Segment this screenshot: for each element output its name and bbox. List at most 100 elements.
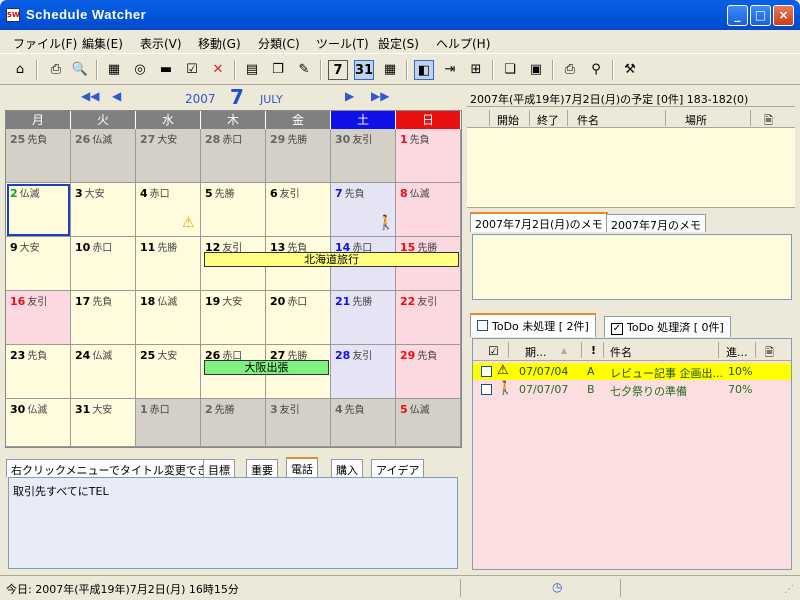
tab-todo-pending[interactable]: ToDo 未処理 [ 2件] [470, 313, 596, 337]
calendar-day-cell[interactable]: 27 大安 [136, 129, 201, 183]
tab-important[interactable]: 重要 [246, 459, 278, 477]
calendar-day-cell[interactable]: 5 仏滅 [396, 399, 461, 447]
calendar-day-cell[interactable]: 26 仏滅 [71, 129, 136, 183]
copy-icon[interactable]: ❐ [268, 60, 288, 80]
tab-memo-title[interactable]: 右クリックメニューでタイトル変更できます [6, 459, 235, 477]
next-month-icon[interactable]: ▶ [345, 89, 354, 103]
delete-icon[interactable]: ✕ [208, 60, 228, 80]
calendar-day-cell[interactable]: 4 先負 [331, 399, 396, 447]
search-icon[interactable]: ⚲ [586, 60, 606, 80]
calendar-day-cell[interactable]: 20 赤口 [266, 291, 331, 345]
schedule-list[interactable] [467, 128, 795, 208]
calendar-day-cell[interactable]: 11 先勝 [136, 237, 201, 291]
maximize-button[interactable]: □ [750, 5, 771, 26]
col-title[interactable]: 件名 [610, 344, 632, 360]
calendar-day-cell[interactable]: 5 先勝 [201, 183, 266, 237]
tab-month-memo[interactable]: 2007年7月のメモ [606, 214, 706, 232]
calendar-day-cell[interactable]: 25 大安 [136, 345, 201, 399]
calendar-day-cell[interactable]: 22 友引 [396, 291, 461, 345]
month-view-icon[interactable]: 31 [354, 60, 374, 80]
note-icon[interactable]: ▬ [156, 60, 176, 80]
select-all-checkbox-icon[interactable]: ☑ [488, 344, 499, 358]
calendar-day-cell[interactable]: 1 先負 [396, 129, 461, 183]
menu-go[interactable]: 移動(G) [198, 35, 241, 52]
calendar-day-cell[interactable]: 29 先負 [396, 345, 461, 399]
week-view-icon[interactable]: 7 [328, 60, 348, 80]
col-end[interactable]: 終了 [537, 112, 559, 128]
calendar-day-cell[interactable]: 31 大安 [71, 399, 136, 447]
day-memo-area[interactable] [472, 234, 792, 300]
calendar-day-cell[interactable]: 2 仏滅 [6, 183, 71, 237]
refresh-icon[interactable]: ◎ [130, 60, 150, 80]
calendar-day-cell[interactable]: 8 仏滅 [396, 183, 461, 237]
col-due[interactable]: 期... [525, 344, 547, 360]
calendar-day-cell[interactable]: 3 大安 [71, 183, 136, 237]
col-progress[interactable]: 進... [726, 344, 748, 360]
calendar-day-cell[interactable]: 28 赤口 [201, 129, 266, 183]
menu-help[interactable]: ヘルプ(H) [436, 35, 490, 52]
print-icon[interactable]: ⎙ [46, 60, 66, 80]
todo-row[interactable]: 🚶 07/07/07 B 七夕祭りの準備 70% [473, 381, 791, 398]
menu-settings[interactable]: 設定(S) [378, 35, 419, 52]
todo-checkbox[interactable] [481, 366, 492, 377]
tab-idea[interactable]: アイデア [371, 459, 425, 477]
memo-column-icon[interactable]: 🗎 [765, 344, 774, 363]
list-view-icon[interactable]: ▤ [242, 60, 262, 80]
menu-edit[interactable]: 編集(E) [82, 35, 123, 52]
calendar-day-cell[interactable]: 3 友引 [266, 399, 331, 447]
next-year-icon[interactable]: ▶▶ [371, 89, 389, 103]
col-start[interactable]: 開始 [497, 112, 519, 128]
calendar-day-cell[interactable]: 19 大安 [201, 291, 266, 345]
calendar-day-cell[interactable]: 16 友引 [6, 291, 71, 345]
menu-category[interactable]: 分類(C) [258, 35, 300, 52]
calendar-day-cell[interactable]: 30 仏滅 [6, 399, 71, 447]
memo-text-area[interactable]: 取引先すべてにTEL [8, 477, 458, 569]
prev-year-icon[interactable]: ◀◀ [81, 89, 99, 103]
window-icon[interactable]: ❏ [500, 60, 520, 80]
menu-file[interactable]: ファイル(F) [13, 35, 77, 52]
calendar-day-cell[interactable]: 10 赤口 [71, 237, 136, 291]
calendar-day-cell[interactable]: 30 友引 [331, 129, 396, 183]
event-band-osaka[interactable]: 大阪出張 [204, 360, 329, 375]
year-view-icon[interactable]: ▦ [380, 60, 400, 80]
tools-icon[interactable]: ⚒ [620, 60, 640, 80]
todo-checkbox[interactable] [481, 384, 492, 395]
calendar-day-cell[interactable]: 28 友引 [331, 345, 396, 399]
printer-icon[interactable]: ⎙ [560, 60, 580, 80]
tab-goal[interactable]: 目標 [203, 459, 235, 477]
calendar-day-cell[interactable]: 6 友引 [266, 183, 331, 237]
tab-todo-done[interactable]: ✓ ToDo 処理済 [ 0件] [604, 316, 731, 337]
col-priority[interactable]: ! [591, 344, 596, 357]
calendar-day-cell[interactable]: 17 先負 [71, 291, 136, 345]
calendar-grid-icon[interactable]: ▦ [104, 60, 124, 80]
calendar-day-cell[interactable]: 24 仏滅 [71, 345, 136, 399]
fullscreen-icon[interactable]: ▣ [526, 60, 546, 80]
calendar-day-cell[interactable]: 1 赤口 [136, 399, 201, 447]
calendar-day-cell[interactable]: 18 仏滅 [136, 291, 201, 345]
menu-tools[interactable]: ツール(T) [316, 35, 369, 52]
home-icon[interactable]: ⌂ [10, 60, 30, 80]
col-subject[interactable]: 件名 [577, 112, 599, 128]
calendar-day-cell[interactable]: 23 先負 [6, 345, 71, 399]
todo-row[interactable]: ⚠ 07/07/04 A レビュー記事 企画出... 10% [473, 363, 791, 380]
calendar-day-cell[interactable]: 29 先勝 [266, 129, 331, 183]
prev-month-icon[interactable]: ◀ [112, 89, 121, 103]
split-view-icon[interactable]: ◧ [414, 60, 434, 80]
calendar-day-cell[interactable]: 21 先勝 [331, 291, 396, 345]
tab-purchase[interactable]: 購入 [331, 459, 363, 477]
close-button[interactable]: × [773, 5, 794, 26]
col-location[interactable]: 場所 [685, 112, 707, 128]
event-band-hokkaido[interactable]: 北海道旅行 [204, 252, 459, 267]
paint-icon[interactable]: ✎ [294, 60, 314, 80]
panel-center-icon[interactable]: ⊞ [466, 60, 486, 80]
minimize-button[interactable]: _ [727, 5, 748, 26]
tab-day-memo[interactable]: 2007年7月2日(月)のメモ [470, 212, 608, 232]
print-preview-icon[interactable]: 🔍 [70, 60, 90, 80]
calendar-day-cell[interactable]: 9 大安 [6, 237, 71, 291]
panel-right-icon[interactable]: ⇥ [440, 60, 460, 80]
calendar-day-cell[interactable]: 25 先負 [6, 129, 71, 183]
menu-view[interactable]: 表示(V) [140, 35, 182, 52]
checklist-icon[interactable]: ☑ [182, 60, 202, 80]
calendar-day-cell[interactable]: 2 先勝 [201, 399, 266, 447]
resize-grip-icon[interactable]: ⋰ [784, 584, 794, 595]
